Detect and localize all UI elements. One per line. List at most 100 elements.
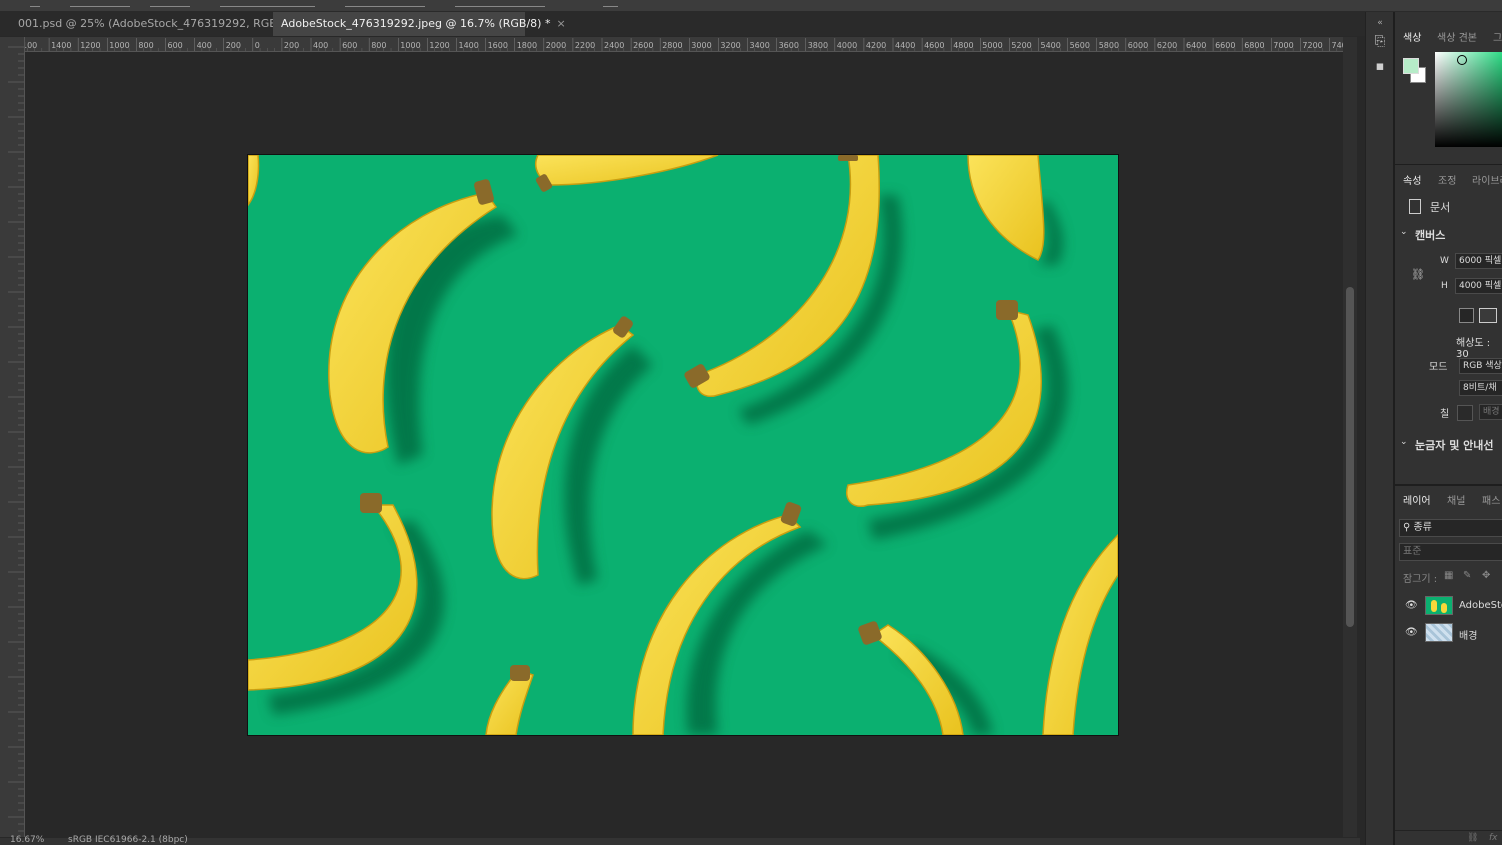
- ruler-label: 3800: [808, 41, 828, 50]
- tab-layers[interactable]: 레이어: [1403, 492, 1431, 507]
- landscape-icon[interactable]: [1479, 308, 1497, 323]
- layer-name[interactable]: 배경: [1459, 627, 1477, 642]
- layer-row[interactable]: 👁 배경: [1395, 621, 1502, 645]
- ruler-label: 5000: [982, 41, 1002, 50]
- close-icon[interactable]: ×: [556, 17, 565, 30]
- h-label: H: [1441, 281, 1448, 291]
- rulers-title: 눈금자 및 안내선: [1415, 439, 1494, 452]
- horizontal-ruler[interactable]: 100 1400 1200 1000 800 600 400 200 0 200 400 600 800…: [10, 37, 1348, 52]
- ruler-label: 1000: [400, 41, 420, 50]
- zoom-level[interactable]: 16.67%: [10, 835, 44, 845]
- blend-mode-select[interactable]: 표준: [1399, 543, 1502, 561]
- bit-depth-select[interactable]: 8비트/채: [1459, 380, 1502, 396]
- ruler-label: 800: [138, 41, 153, 50]
- vertical-scrollbar[interactable]: [1343, 37, 1357, 837]
- color-panel-tabs: 색상 색상 견본 그: [1395, 26, 1502, 46]
- lock-move-icon[interactable]: ✥: [1482, 570, 1490, 581]
- canvas-title: 캔버스: [1415, 229, 1446, 242]
- ruler-label: 1800: [517, 41, 537, 50]
- tab-adobestock-jpeg[interactable]: AdobeStock_476319292.jpeg @ 16.7% (RGB/8…: [273, 12, 566, 36]
- ruler-label: 4400: [895, 41, 915, 50]
- fx-icon[interactable]: fx: [1489, 833, 1498, 843]
- layer-thumbnail: [1425, 623, 1453, 642]
- ruler-label: 5600: [1070, 41, 1090, 50]
- eye-icon[interactable]: 👁: [1405, 627, 1418, 638]
- lock-paint-icon[interactable]: ✎: [1463, 570, 1471, 581]
- color-picker-field[interactable]: [1435, 52, 1502, 147]
- ruler-label: 3200: [720, 41, 740, 50]
- scrollbar-thumb[interactable]: [1346, 287, 1354, 627]
- ruler-ticks: [8, 46, 24, 832]
- ruler-label: 600: [168, 41, 183, 50]
- ruler-label: 7200: [1302, 41, 1322, 50]
- lock-label: 잠그기 :: [1403, 574, 1438, 585]
- eye-icon[interactable]: 👁: [1405, 600, 1418, 611]
- mode-select[interactable]: RGB 색상: [1459, 358, 1502, 374]
- ruler-label: 5800: [1099, 41, 1119, 50]
- ruler-label: 1600: [488, 41, 508, 50]
- ruler-label: 1000: [109, 41, 129, 50]
- ruler-label: 3600: [779, 41, 799, 50]
- resolution-label: 해상도 : 30: [1456, 338, 1491, 360]
- tab-adjustments[interactable]: 조정: [1438, 172, 1456, 187]
- layer-row[interactable]: 👁 AdobeSto: [1395, 594, 1502, 618]
- portrait-icon[interactable]: [1459, 308, 1474, 323]
- layers-footer: ⛓ fx: [1395, 830, 1502, 845]
- ruler-label: 6400: [1186, 41, 1206, 50]
- search-icon: ⚲: [1403, 522, 1411, 533]
- history-icon[interactable]: ⎘: [1372, 34, 1388, 50]
- tab-label: 001.psd @ 25% (AdobeStock_476319292, RGB…: [18, 17, 301, 30]
- document-image[interactable]: [248, 155, 1118, 735]
- filter-kind: 종류: [1413, 522, 1432, 533]
- layer-name[interactable]: AdobeSto: [1459, 600, 1502, 611]
- ruler-label: 4800: [953, 41, 973, 50]
- ruler-label: 3400: [750, 41, 770, 50]
- ruler-label: 1400: [51, 41, 71, 50]
- ruler-label: 2600: [633, 41, 653, 50]
- comment-icon[interactable]: ▪: [1372, 59, 1388, 75]
- layer-thumbnail: [1425, 596, 1453, 615]
- ruler-label: 200: [284, 41, 299, 50]
- ruler-label: 6800: [1244, 41, 1264, 50]
- ruler-label: 4200: [866, 41, 886, 50]
- fill-swatch[interactable]: [1457, 405, 1473, 421]
- ruler-label: 2000: [546, 41, 566, 50]
- document-icon: [1409, 199, 1421, 214]
- w-label: W: [1440, 256, 1449, 266]
- ruler-label: 4600: [924, 41, 944, 50]
- tab-swatches[interactable]: 색상 견본: [1437, 29, 1477, 44]
- color-picker-cursor[interactable]: [1457, 55, 1467, 65]
- ruler-label: 6600: [1215, 41, 1235, 50]
- layer-filter-select[interactable]: ⚲ 종류: [1399, 519, 1502, 537]
- tab-libraries[interactable]: 라이브러: [1472, 172, 1502, 187]
- ruler-label: 2800: [662, 41, 682, 50]
- ruler-label: 0: [255, 41, 260, 50]
- ruler-label: 600: [342, 41, 357, 50]
- tab-001-psd[interactable]: 001.psd @ 25% (AdobeStock_476319292, RGB…: [10, 12, 316, 36]
- ruler-label: 800: [371, 41, 386, 50]
- link-icon[interactable]: ⛓: [1411, 268, 1425, 281]
- options-bar: [0, 0, 1502, 12]
- ruler-label: 400: [313, 41, 328, 50]
- ruler-label: 6200: [1157, 41, 1177, 50]
- foreground-swatch[interactable]: [1403, 58, 1419, 74]
- tab-paths[interactable]: 패스: [1482, 492, 1500, 507]
- ruler-label: 4000: [837, 41, 857, 50]
- height-field[interactable]: 4000 픽셀: [1455, 278, 1502, 294]
- lock-transparent-icon[interactable]: ▦: [1444, 570, 1453, 581]
- tab-properties[interactable]: 속성: [1403, 172, 1421, 187]
- fill-select[interactable]: 배경: [1479, 404, 1502, 420]
- tab-channels[interactable]: 채널: [1447, 492, 1465, 507]
- width-field[interactable]: 6000 픽셀: [1455, 253, 1502, 269]
- tab-gradient[interactable]: 그: [1493, 29, 1502, 44]
- ruler-label: 200: [226, 41, 241, 50]
- vertical-ruler[interactable]: [0, 37, 25, 837]
- ruler-label: 2400: [604, 41, 624, 50]
- tab-color[interactable]: 색상: [1403, 29, 1421, 44]
- tab-label: AdobeStock_476319292.jpeg @ 16.7% (RGB/8…: [281, 17, 551, 30]
- chevron-down-icon: ⌄: [1400, 227, 1408, 237]
- doc-label: 문서: [1430, 201, 1451, 214]
- collapse-icon[interactable]: «: [1372, 15, 1388, 31]
- link-layers-icon[interactable]: ⛓: [1467, 833, 1478, 843]
- right-panels: 색상 색상 견본 그 속성 조정 라이브러 문서 ⌄ 캔버스 W 6000 픽셀…: [1393, 12, 1502, 845]
